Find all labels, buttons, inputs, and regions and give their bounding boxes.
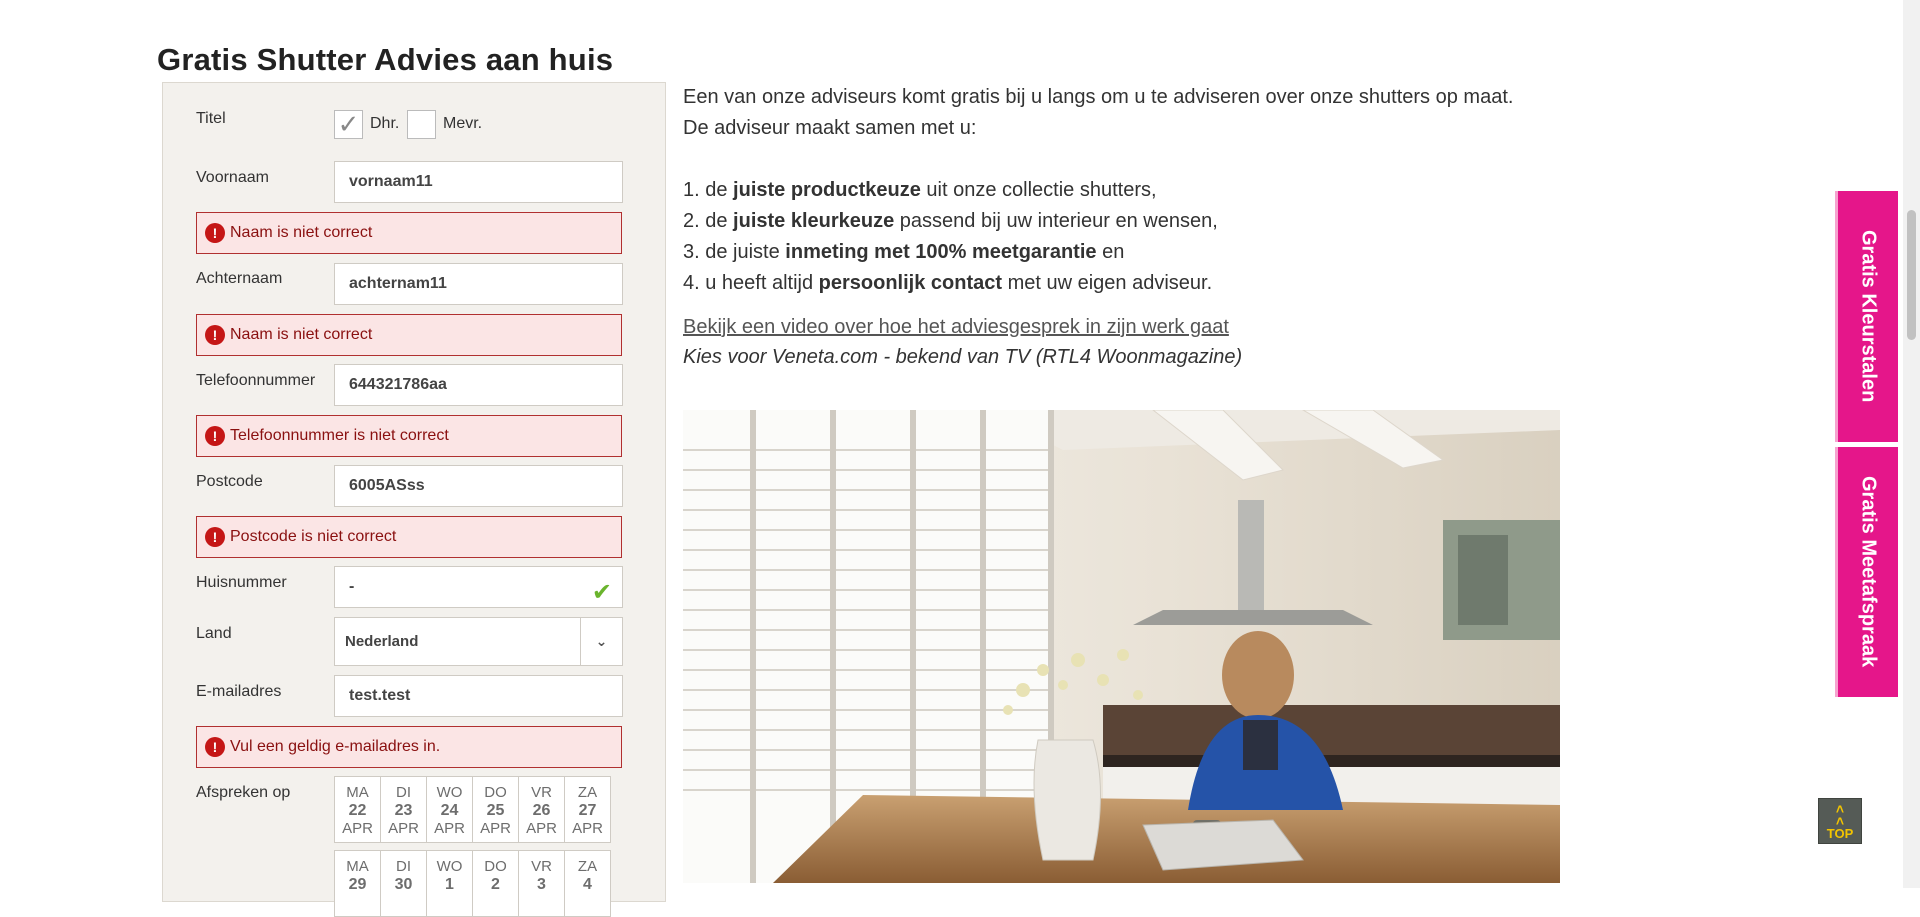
postcode-error: ! Postcode is niet correct bbox=[196, 516, 622, 558]
exclamation-icon: ! bbox=[205, 426, 225, 446]
telefoon-error: ! Telefoonnummer is niet correct bbox=[196, 415, 622, 457]
checkbox-mevr[interactable] bbox=[407, 110, 436, 139]
voornaam-error-text: Naam is niet correct bbox=[230, 224, 373, 241]
telefoon-input[interactable]: 644321786aa bbox=[334, 364, 623, 406]
page-scrollbar[interactable] bbox=[1903, 0, 1920, 888]
date-option[interactable]: DO 25 APR bbox=[472, 776, 519, 843]
checkmark-icon: ✔ bbox=[591, 579, 612, 606]
email-input[interactable]: test.test bbox=[334, 675, 623, 717]
date-option[interactable]: DI 23 APR bbox=[380, 776, 427, 843]
side-tab-kleurstalen-label: Gratis Kleurstalen bbox=[1857, 230, 1880, 403]
benefits-list: 1. de juiste productkeuze uit onze colle… bbox=[683, 175, 1563, 299]
titel-label: Titel bbox=[196, 110, 226, 127]
side-tab-meetafspraak[interactable]: Gratis Meetafspraak bbox=[1835, 447, 1898, 697]
side-tab-meetafspraak-label: Gratis Meetafspraak bbox=[1857, 476, 1880, 668]
huisnummer-label: Huisnummer bbox=[196, 574, 287, 591]
scrollbar-thumb[interactable] bbox=[1907, 210, 1916, 340]
exclamation-icon: ! bbox=[205, 325, 225, 345]
list-item: 1. de juiste productkeuze uit onze colle… bbox=[683, 179, 1157, 201]
date-option[interactable]: ZA 4 bbox=[564, 850, 611, 917]
postcode-label: Postcode bbox=[196, 473, 263, 490]
land-selected-value: Nederland bbox=[345, 633, 419, 650]
intro-line-1: Een van onze adviseurs komt gratis bij u… bbox=[683, 86, 1514, 108]
voornaam-error: ! Naam is niet correct bbox=[196, 212, 622, 254]
exclamation-icon: ! bbox=[205, 223, 225, 243]
land-select[interactable]: Nederland ⌄ bbox=[334, 617, 623, 666]
side-tab-kleurstalen[interactable]: Gratis Kleurstalen bbox=[1835, 191, 1898, 442]
voornaam-label: Voornaam bbox=[196, 169, 269, 186]
achternaam-label: Achternaam bbox=[196, 270, 283, 287]
double-chevron-up-icon: ˄ ˄ bbox=[1835, 801, 1845, 829]
date-option[interactable]: DI 30 bbox=[380, 850, 427, 917]
telefoon-error-text: Telefoonnummer is niet correct bbox=[230, 427, 449, 444]
date-option[interactable]: WO 24 APR bbox=[426, 776, 473, 843]
postcode-error-text: Postcode is niet correct bbox=[230, 528, 397, 545]
list-item: 3. de juiste inmeting met 100% meetgaran… bbox=[683, 241, 1125, 263]
tv-tagline: Kies voor Veneta.com - bekend van TV (RT… bbox=[683, 346, 1243, 368]
checkbox-dhr[interactable]: ✓ bbox=[334, 109, 363, 139]
date-picker-week2: MA 29 DI 30 WO 1 DO 2 VR 3 ZA 4 bbox=[334, 850, 611, 917]
huisnummer-input[interactable]: - ✔ bbox=[334, 566, 623, 608]
date-option[interactable]: WO 1 bbox=[426, 850, 473, 917]
date-option[interactable]: MA 29 bbox=[334, 850, 381, 917]
intro-line-2: De adviseur maakt samen met u: bbox=[683, 117, 977, 139]
back-to-top-button[interactable]: ˄ ˄ TOP bbox=[1818, 798, 1862, 844]
chevron-down-icon[interactable]: ⌄ bbox=[580, 618, 622, 665]
list-item: 2. de juiste kleurkeuze passend bij uw i… bbox=[683, 210, 1218, 232]
checkbox-dhr-label[interactable]: Dhr. bbox=[370, 115, 399, 133]
page-title: Gratis Shutter Advies aan huis bbox=[157, 42, 614, 77]
achternaam-error-text: Naam is niet correct bbox=[230, 326, 373, 343]
video-link[interactable]: Bekijk een video over hoe het adviesgesp… bbox=[683, 312, 1229, 342]
exclamation-icon: ! bbox=[205, 737, 225, 757]
kitchen-photo bbox=[683, 410, 1560, 883]
intro-content: Een van onze adviseurs komt gratis bij u… bbox=[683, 82, 1563, 373]
date-option[interactable]: DO 2 bbox=[472, 850, 519, 917]
back-to-top-label: TOP bbox=[1826, 826, 1854, 841]
afspreken-label: Afspreken op bbox=[196, 784, 291, 801]
postcode-input[interactable]: 6005ASss bbox=[334, 465, 623, 507]
date-option[interactable]: MA 22 APR bbox=[334, 776, 381, 843]
exclamation-icon: ! bbox=[205, 527, 225, 547]
checkmark-icon: ✓ bbox=[337, 109, 360, 139]
date-option[interactable]: VR 26 APR bbox=[518, 776, 565, 843]
achternaam-input[interactable]: achternam11 bbox=[334, 263, 623, 305]
huisnummer-value: - bbox=[349, 578, 355, 595]
date-option[interactable]: VR 3 bbox=[518, 850, 565, 917]
email-error-text: Vul een geldig e-mailadres in. bbox=[230, 738, 441, 755]
email-label: E-mailadres bbox=[196, 683, 282, 700]
date-picker-week1: MA 22 APR DI 23 APR WO 24 APR DO 25 APR VR 26 APR … bbox=[334, 776, 611, 843]
achternaam-error: ! Naam is niet correct bbox=[196, 314, 622, 356]
telefoon-label: Telefoonnummer bbox=[196, 372, 316, 389]
voornaam-input[interactable]: vornaam11 bbox=[334, 161, 623, 203]
checkbox-mevr-label[interactable]: Mevr. bbox=[443, 115, 482, 133]
land-label: Land bbox=[196, 625, 232, 642]
list-item: 4. u heeft altijd persoonlijk contact me… bbox=[683, 272, 1213, 294]
email-error: ! Vul een geldig e-mailadres in. bbox=[196, 726, 622, 768]
advice-form: Titel ✓ Dhr. Mevr. Voornaam vornaam11 ! … bbox=[162, 82, 666, 917]
date-option[interactable]: ZA 27 APR bbox=[564, 776, 611, 843]
